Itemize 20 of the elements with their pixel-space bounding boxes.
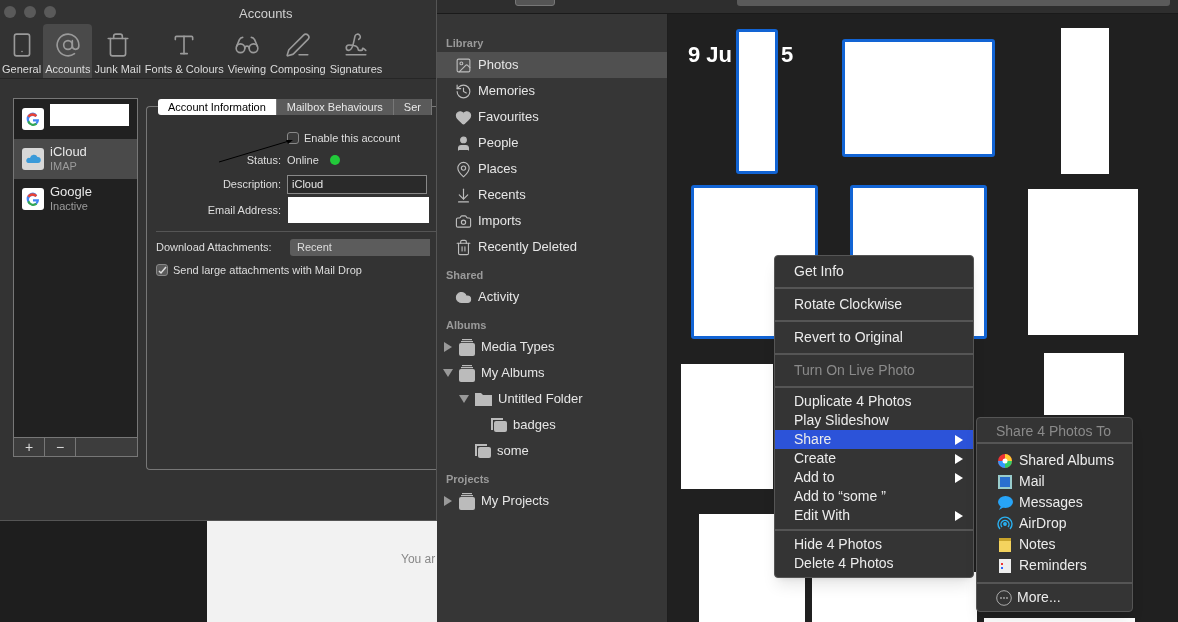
window-title: Accounts (239, 5, 293, 23)
field-label: Download Attachments: (156, 239, 273, 255)
account-type: Inactive (50, 199, 89, 213)
field-label: Email Address: (206, 202, 281, 218)
date-heading: 5 (781, 42, 794, 67)
section-heading: Library (445, 36, 485, 51)
status-value: Online (287, 152, 319, 168)
account-name: iCloud (50, 145, 87, 159)
field-label: Description: (221, 176, 281, 192)
section-heading: Albums (445, 318, 488, 333)
checkbox-label: Enable this account (304, 130, 400, 146)
account-type: IMAP (50, 159, 78, 173)
checkbox-label: Send large attachments with Mail Drop (173, 262, 362, 278)
account-name: Google (50, 185, 92, 199)
body-text: You ar (401, 551, 436, 568)
section-heading: Shared (445, 268, 485, 283)
date-heading: 9 Ju (688, 42, 733, 67)
section-heading: Projects (445, 472, 491, 487)
field-label: Status: (245, 152, 281, 168)
submenu-heading: Share 4 Photos To (995, 422, 1112, 439)
